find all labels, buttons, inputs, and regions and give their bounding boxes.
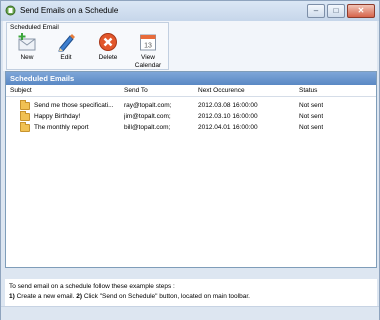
- toolbar: Scheduled Email New Edit Delete 13 View …: [3, 21, 377, 71]
- row-status: Not sent: [299, 124, 324, 131]
- status-bar: [1, 306, 379, 320]
- app-window: Send Emails on a Schedule – □ ✕ Schedule…: [0, 0, 380, 320]
- app-icon: [5, 5, 16, 16]
- table-row[interactable]: Happy Birthday! jim@topalt.com; 2012.03.…: [6, 111, 376, 122]
- scheduled-emails-panel: Scheduled Emails Subject Send To Next Oc…: [5, 71, 377, 268]
- calendar-icon: 13: [140, 34, 156, 51]
- folder-icon: [20, 111, 30, 121]
- delete-label: Delete: [98, 54, 118, 61]
- row-send-to: jim@topalt.com;: [124, 113, 171, 120]
- row-send-to: ray@topalt.com;: [124, 102, 172, 109]
- row-next-occurence: 2012.03.10 16:00:00: [198, 113, 258, 120]
- group-label: Scheduled Email: [10, 24, 59, 31]
- row-subject: Happy Birthday!: [34, 113, 81, 120]
- window-title: Send Emails on a Schedule: [20, 6, 119, 15]
- close-button[interactable]: ✕: [347, 4, 375, 18]
- column-headers: Subject Send To Next Occurence Status: [6, 85, 376, 97]
- maximize-icon: □: [333, 6, 339, 15]
- table-row[interactable]: The monthly report bill@topalt.com; 2012…: [6, 122, 376, 133]
- row-subject: Send me those specificati...: [34, 102, 114, 109]
- view-calendar-label: View Calendar: [134, 54, 162, 69]
- calendar-day: 13: [144, 43, 152, 50]
- view-calendar-button[interactable]: 13 View Calendar: [131, 32, 165, 69]
- instructions-area: To send email on a schedule follow these…: [5, 279, 377, 309]
- step1-text: Create a new email.: [16, 293, 75, 300]
- folder-icon: [20, 122, 30, 132]
- minimize-icon: –: [313, 6, 319, 15]
- column-next-occurence[interactable]: Next Occurence: [198, 87, 245, 94]
- column-send-to[interactable]: Send To: [124, 87, 148, 94]
- step2-text: Click "Send on Schedule" button, located…: [83, 293, 250, 300]
- column-status[interactable]: Status: [299, 87, 317, 94]
- scheduled-email-group: Scheduled Email New Edit Delete 13 View …: [6, 22, 169, 70]
- step1-number: 1): [9, 293, 15, 300]
- row-next-occurence: 2012.03.08 16:00:00: [198, 102, 258, 109]
- column-subject[interactable]: Subject: [10, 87, 32, 94]
- row-status: Not sent: [299, 113, 324, 120]
- row-send-to: bill@topalt.com;: [124, 124, 171, 131]
- pencil-icon: [58, 34, 75, 52]
- new-button[interactable]: New: [10, 32, 44, 68]
- table-row[interactable]: Send me those specificati... ray@topalt.…: [6, 100, 376, 111]
- edit-button[interactable]: Edit: [49, 32, 83, 68]
- title-bar: Send Emails on a Schedule – □ ✕: [1, 1, 379, 21]
- instructions-intro: To send email on a schedule follow these…: [9, 283, 175, 290]
- edit-label: Edit: [60, 54, 72, 61]
- row-status: Not sent: [299, 102, 324, 109]
- maximize-button[interactable]: □: [327, 4, 345, 18]
- panel-title: Scheduled Emails: [6, 72, 376, 85]
- delete-icon: [99, 33, 117, 51]
- folder-icon: [20, 100, 30, 110]
- minimize-button[interactable]: –: [307, 4, 325, 18]
- new-email-icon: [18, 33, 36, 51]
- instructions-steps: 1) Create a new email. 2) Click "Send on…: [9, 293, 250, 300]
- delete-button[interactable]: Delete: [91, 32, 125, 68]
- row-subject: The monthly report: [34, 124, 89, 131]
- step2-number: 2): [76, 293, 82, 300]
- close-icon: ✕: [357, 6, 365, 15]
- row-next-occurence: 2012.04.01 16:00:00: [198, 124, 258, 131]
- new-label: New: [20, 54, 34, 61]
